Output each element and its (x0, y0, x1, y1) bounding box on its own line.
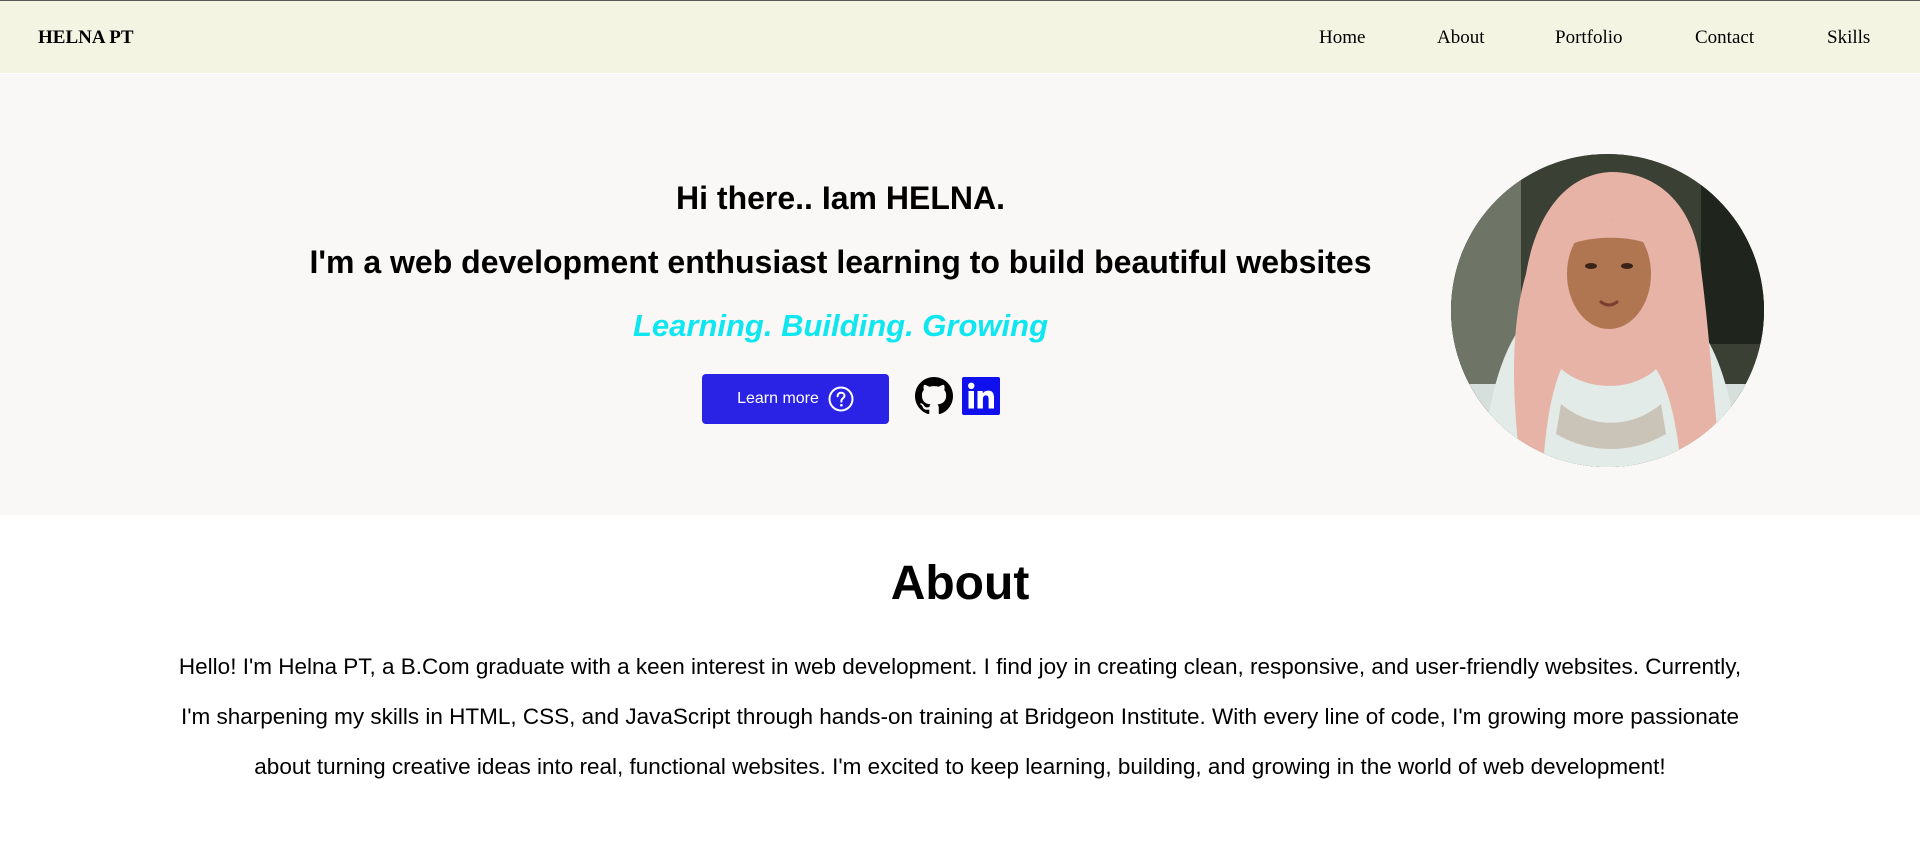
about-text: Hello! I'm Helna PT, a B.Com graduate wi… (178, 654, 1742, 779)
learn-more-label: Learn more (737, 390, 819, 407)
about-title: About (890, 557, 1030, 610)
nav-link-portfolio[interactable]: Portfolio (1555, 27, 1623, 49)
nav-link-skills[interactable]: Skills (1827, 27, 1870, 49)
nav-link-home[interactable]: Home (1319, 27, 1365, 49)
hero-section: Hi there.. Iam HELNA. I'm a web developm… (0, 74, 1920, 515)
learn-more-button[interactable]: Learn more (702, 374, 889, 424)
nav-links: Home About Portfolio Contact Skills (0, 27, 1920, 51)
hero-tagline: Learning. Building. Growing (632, 308, 1049, 343)
nav-link-contact[interactable]: Contact (1695, 27, 1754, 49)
question-circle-icon (828, 386, 854, 412)
profile-photo (1451, 154, 1764, 467)
linkedin-icon[interactable] (962, 377, 1000, 415)
navbar: HELNA PT Home About Portfolio Contact Sk… (0, 0, 1920, 73)
github-icon[interactable] (915, 377, 953, 415)
hero-text: Hi there.. Iam HELNA. I'm a web developm… (0, 74, 1681, 515)
hero-greeting: Hi there.. Iam HELNA. (676, 180, 1005, 216)
hero-headline: I'm a web development enthusiast learnin… (309, 244, 1372, 280)
nav-link-about[interactable]: About (1437, 27, 1485, 49)
